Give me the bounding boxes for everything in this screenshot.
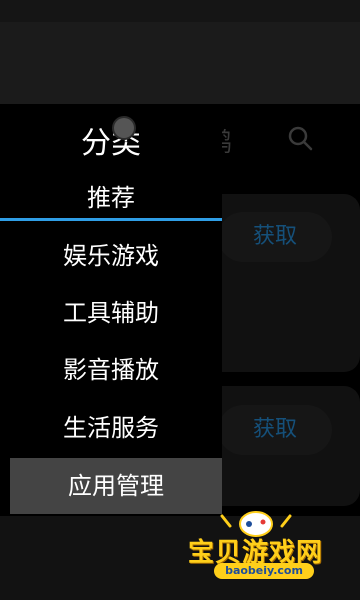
menu-item-entertainment-games[interactable]: 娱乐游戏	[0, 234, 222, 278]
menu-item-app-management[interactable]: 应用管理	[10, 458, 222, 514]
get-button[interactable]: 获取	[218, 212, 332, 262]
watermark-site-url: baobeiy.com	[214, 563, 314, 579]
menu-item-life-services[interactable]: 生活服务	[0, 406, 222, 450]
menu-item-recommend[interactable]: 推荐	[0, 176, 222, 220]
app-bar	[0, 22, 360, 104]
menu-item-tools[interactable]: 工具辅助	[0, 291, 222, 335]
search-icon[interactable]	[287, 125, 313, 151]
drawer-title: 分类	[81, 126, 141, 161]
get-button[interactable]: 获取	[218, 405, 332, 455]
active-item-indicator	[0, 218, 222, 221]
category-drawer: 分类 推荐 娱乐游戏 工具辅助 影音播放 生活服务 应用管理	[0, 104, 222, 516]
tab-indicator-dot	[114, 118, 134, 138]
status-bar	[0, 0, 360, 22]
menu-item-media-playback[interactable]: 影音播放	[0, 348, 222, 392]
